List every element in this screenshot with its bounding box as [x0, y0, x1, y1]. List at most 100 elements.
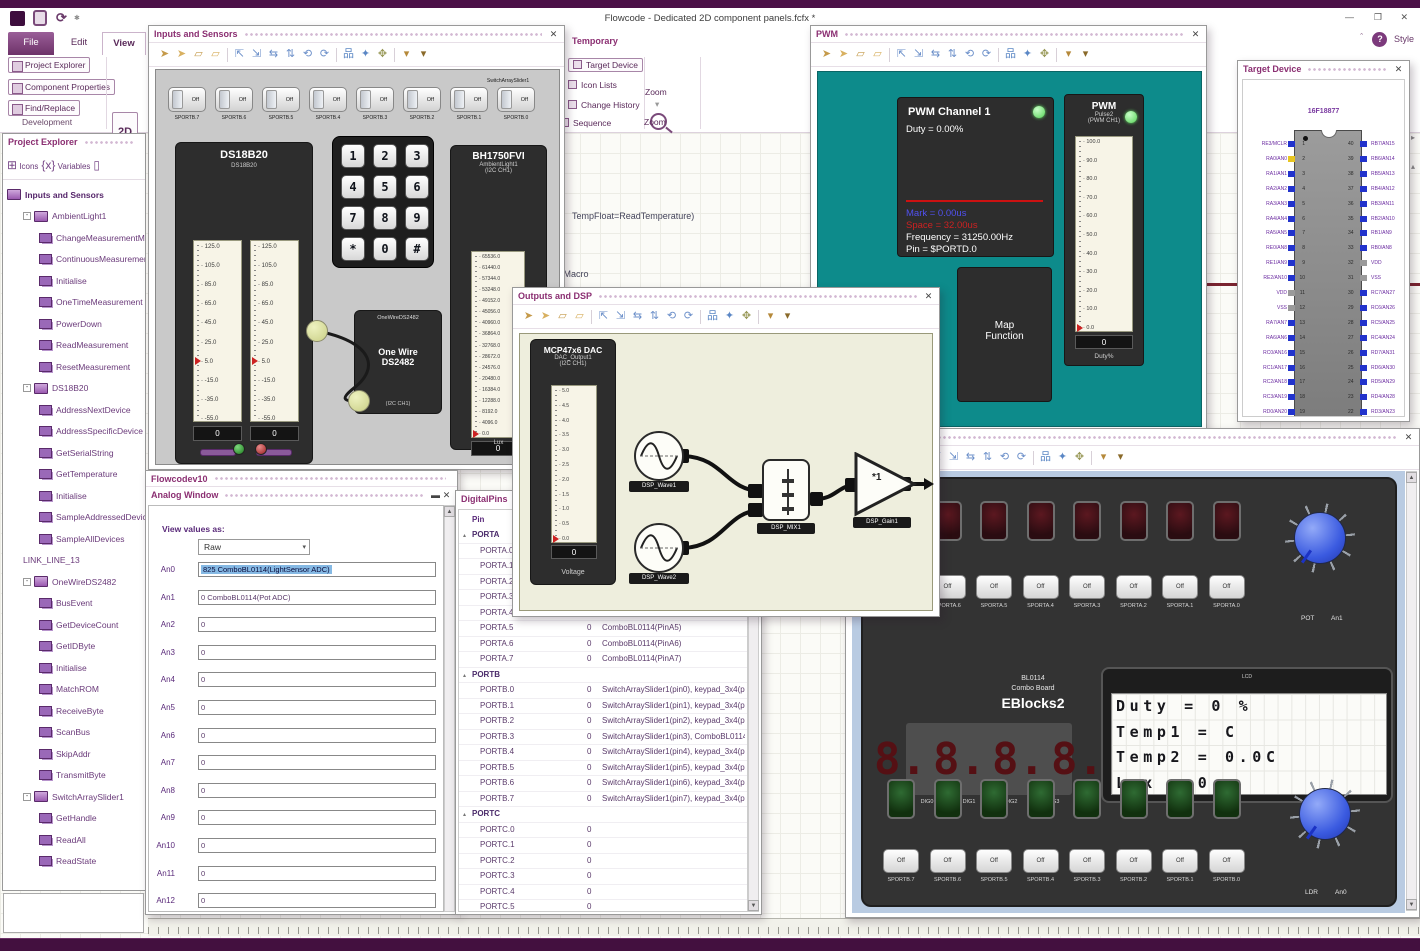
keypad-key-3[interactable]: 3 — [405, 144, 429, 168]
properties-icon[interactable]: ✦ — [721, 311, 738, 322]
keypad-key-#[interactable]: # — [405, 237, 429, 261]
tree-item-matchrom[interactable]: MatchROM — [3, 679, 145, 701]
tree-item-addressnextdevice[interactable]: AddressNextDevice — [3, 399, 145, 421]
board-button-sporta.5[interactable]: Off — [976, 575, 1012, 599]
pin-row-portc-4[interactable]: PORTC.4 0 — [459, 885, 747, 900]
clear-icon[interactable]: ▾ — [1077, 49, 1094, 60]
board-button-sporta.4[interactable]: Off — [1022, 575, 1059, 599]
tree-item-busevent[interactable]: BusEvent — [3, 593, 145, 615]
tree-item-gethandle[interactable]: GetHandle — [3, 808, 145, 830]
titlebar-dots[interactable] — [598, 292, 917, 300]
board-button-sporta.2[interactable]: Off — [1115, 575, 1152, 599]
close-icon[interactable]: ✕ — [441, 488, 452, 502]
ribbon-collapse-icon[interactable]: ＾ — [1357, 34, 1366, 44]
flip-v-icon[interactable]: ⇅ — [282, 49, 299, 60]
cut-icon[interactable]: ▾ — [1095, 452, 1112, 463]
tree-item-getserialstring[interactable]: GetSerialString — [3, 442, 145, 464]
flip-h-icon[interactable]: ⇆ — [265, 49, 282, 60]
toggle-switch-sportb.6[interactable]: Off — [215, 87, 253, 112]
bring-front-icon[interactable]: ⇱ — [595, 311, 612, 322]
board-button-sportb.3[interactable]: Off — [1069, 849, 1105, 873]
analog-field-an4[interactable]: 0 — [198, 672, 436, 688]
tree-item-ds18b20[interactable]: - DS18B20 — [3, 378, 145, 400]
tree-item-samplealldevices[interactable]: SampleAllDevices — [3, 528, 145, 550]
analog-field-an11[interactable]: 0 — [198, 865, 436, 881]
close-icon[interactable]: ✕ — [1190, 27, 1201, 41]
dock-arrow-icon[interactable]: ▸ — [1411, 133, 1415, 142]
analog-scrollbar[interactable]: ▲ — [444, 505, 455, 912]
pin-row-portb-7[interactable]: PORTB.7 0 SwitchArraySlider1(pin7), keypad… — [459, 792, 747, 807]
move-icon[interactable]: ✥ — [738, 311, 755, 322]
ldr-knob[interactable] — [1290, 779, 1360, 849]
flip-v-icon[interactable]: ⇅ — [944, 49, 961, 60]
titlebar-dots[interactable] — [224, 491, 424, 499]
analog-field-an10[interactable]: 0 — [198, 838, 436, 853]
keypad-key-4[interactable]: 4 — [341, 175, 365, 199]
tree-item-scanbus[interactable]: ScanBus — [3, 722, 145, 744]
tree-item-readmeasurement[interactable]: ReadMeasurement — [3, 335, 145, 357]
toggle-switch-sportb.7[interactable]: Off — [168, 87, 206, 112]
copy-icon[interactable]: ▱ — [190, 49, 207, 60]
pin-row-portc-0[interactable]: PORTC.0 0 — [459, 823, 747, 838]
tree-item-link-line-13[interactable]: LINK_LINE_13 — [3, 550, 145, 572]
analog-field-an3[interactable]: 0 — [198, 644, 436, 660]
icons-grid-icon[interactable]: ⊞ Icons — [7, 158, 38, 172]
pin-row-portb[interactable]: ▴ PORTB — [459, 668, 747, 683]
titlebar-dots[interactable] — [213, 475, 446, 482]
checkbox-icon[interactable] — [568, 80, 577, 89]
rotate-cw-icon[interactable]: ⟳ — [680, 311, 697, 322]
alarm-button[interactable] — [255, 443, 267, 455]
toggle-switch-sportb.4[interactable]: Off — [309, 87, 347, 112]
keypad-key-5[interactable]: 5 — [373, 175, 397, 199]
project-explorer-button[interactable]: Project Explorer — [8, 57, 91, 73]
hierarchy-icon[interactable]: 品 — [1002, 49, 1019, 60]
keypad-key-7[interactable]: 7 — [341, 206, 365, 230]
analog-field-an12[interactable]: 0 — [198, 893, 436, 909]
tree-item-addressspecificdevice[interactable]: AddressSpecificDevice — [3, 421, 145, 443]
duty-slider[interactable]: 100.0 90.0 80.0 70.0 60.0 50.0 40.0 30.0 20.0 10.… — [1075, 136, 1133, 332]
rotate-cw-icon[interactable]: ⟳ — [1013, 452, 1030, 463]
analog-field-an2[interactable]: 0 — [198, 617, 436, 633]
pot-knob[interactable] — [1285, 503, 1355, 573]
flip-h-icon[interactable]: ⇆ — [629, 311, 646, 322]
component-properties-button[interactable]: Component Properties — [8, 79, 116, 95]
board-button-sportb.5[interactable]: Off — [976, 849, 1012, 873]
rotate-ccw-icon[interactable]: ⟲ — [299, 49, 316, 60]
view-item-change-history[interactable]: Change History — [568, 100, 640, 110]
analog-field-an5[interactable]: 0 — [198, 700, 436, 715]
zoom-dropdown-icon[interactable]: ▾ — [655, 99, 659, 110]
pin-row-portb-4[interactable]: PORTB.4 0 SwitchArraySlider1(pin4), keypad… — [459, 745, 747, 761]
wire-connector-1[interactable] — [306, 320, 328, 342]
tab-view[interactable]: View — [102, 32, 146, 55]
tree-item-skipaddr[interactable]: SkipAddr — [3, 743, 145, 765]
properties-icon[interactable]: ✦ — [1019, 49, 1036, 60]
slider-marker-icon[interactable] — [553, 535, 559, 543]
tree-item-gettemperature[interactable]: GetTemperature — [3, 464, 145, 486]
rotate-ccw-icon[interactable]: ⟲ — [996, 452, 1013, 463]
keypad-key-9[interactable]: 9 — [405, 206, 429, 230]
send-back-icon[interactable]: ⇲ — [945, 452, 962, 463]
temperature-slider-2[interactable]: 125.0 105.0 85.0 65.0 45.0 25.0 5.0 -15.0 -35.0 -… — [250, 240, 299, 422]
board-scrollbar[interactable]: ▲ ▼ — [1406, 471, 1417, 911]
analog-field-an8[interactable]: 0 — [198, 782, 436, 798]
tree-item-receivebyte[interactable]: ReceiveByte — [3, 700, 145, 722]
multi-select-icon[interactable]: ➤ — [537, 311, 554, 322]
help-icon[interactable]: ? — [1372, 32, 1388, 48]
wire-connector-2[interactable] — [348, 390, 370, 412]
rotate-ccw-icon[interactable]: ⟲ — [961, 49, 978, 60]
toggle-switch-sportb.1[interactable]: Off — [450, 87, 488, 112]
bring-front-icon[interactable]: ⇱ — [893, 49, 910, 60]
board-button-sportb.2[interactable]: Off — [1115, 849, 1152, 873]
temperature-slider-1[interactable]: 125.0 105.0 85.0 65.0 45.0 25.0 5.0 -15.0 -35.0 -… — [193, 240, 242, 422]
close-icon[interactable]: ✕ — [923, 289, 934, 303]
titlebar-dots[interactable] — [1307, 65, 1387, 73]
flip-v-icon[interactable]: ⇅ — [646, 311, 663, 322]
tree-item-changemeasurementmode[interactable]: ChangeMeasurementMode — [3, 227, 145, 249]
flip-h-icon[interactable]: ⇆ — [962, 452, 979, 463]
slider-marker-icon[interactable] — [252, 356, 258, 365]
tree-item-ambientlight1[interactable]: - AmbientLight1 — [3, 206, 145, 228]
keypad-key-*[interactable]: * — [341, 237, 365, 261]
analog-field-an6[interactable]: 0 — [198, 727, 436, 743]
tree-item-initialise[interactable]: Initialise — [3, 657, 145, 679]
analog-field-an7[interactable]: 0 — [198, 755, 436, 771]
